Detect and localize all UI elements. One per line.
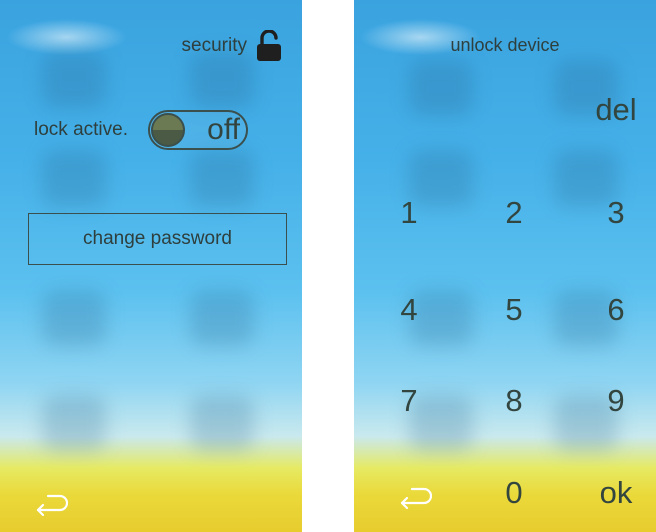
blurred-background-tile xyxy=(42,395,106,451)
blurred-background-tile xyxy=(190,150,254,206)
unlock-title: unlock device xyxy=(450,35,560,55)
delete-key[interactable]: del xyxy=(576,92,656,128)
keypad-key-8[interactable]: 8 xyxy=(484,383,544,419)
blurred-background-tile xyxy=(190,395,254,451)
lock-active-row: lock active. off xyxy=(34,110,248,150)
blurred-background-tile xyxy=(42,150,106,206)
keypad-key-9[interactable]: 9 xyxy=(586,383,646,419)
blurred-background-tile xyxy=(42,52,106,108)
security-screen: security lock active. off change passwor… xyxy=(0,0,302,532)
unlock-screen: unlock device del 1 2 3 4 5 6 7 8 9 0 ok xyxy=(354,0,656,532)
unlocked-padlock-icon[interactable] xyxy=(256,30,282,62)
keypad-key-7[interactable]: 7 xyxy=(379,383,439,419)
lock-active-label: lock active. xyxy=(34,119,128,140)
blurred-background-tile xyxy=(409,60,473,116)
ok-key[interactable]: ok xyxy=(576,475,656,511)
toggle-knob xyxy=(150,113,185,147)
return-arrow-icon[interactable] xyxy=(398,486,432,512)
keypad-key-2[interactable]: 2 xyxy=(484,195,544,231)
blurred-background-tile xyxy=(190,290,254,346)
keypad-key-6[interactable]: 6 xyxy=(586,292,646,328)
toggle-state-label: off xyxy=(207,113,240,146)
keypad-key-3[interactable]: 3 xyxy=(586,195,646,231)
keypad-key-0[interactable]: 0 xyxy=(484,475,544,511)
lock-toggle-switch[interactable]: off xyxy=(147,110,248,150)
security-title: security xyxy=(181,35,247,56)
keypad-key-1[interactable]: 1 xyxy=(379,195,439,231)
security-header: security xyxy=(182,30,282,62)
keypad-key-4[interactable]: 4 xyxy=(379,292,439,328)
keypad-key-5[interactable]: 5 xyxy=(484,292,544,328)
change-password-button[interactable]: change password xyxy=(28,213,287,265)
return-arrow-icon[interactable] xyxy=(34,493,68,519)
blurred-background-tile xyxy=(42,290,106,346)
